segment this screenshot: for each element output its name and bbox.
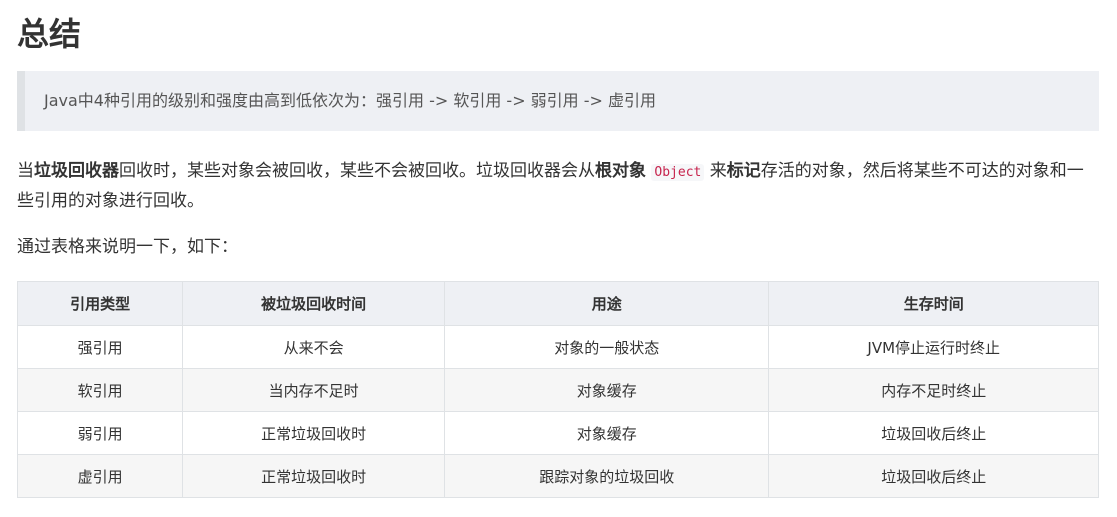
page-title: 总结 xyxy=(17,15,82,53)
table-cell: 当内存不足时 xyxy=(182,368,446,412)
table-row: 软引用 当内存不足时 对象缓存 内存不足时终止 xyxy=(16,368,1099,412)
table-cell: 垃圾回收后终止 xyxy=(768,411,1099,455)
table-cell: 正常垃圾回收时 xyxy=(182,454,446,498)
table-cell: 跟踪对象的垃圾回收 xyxy=(444,454,770,498)
table-intro-paragraph: 通过表格来说明一下，如下： xyxy=(17,237,238,257)
table-cell: 强引用 xyxy=(16,325,184,369)
para-text: 当 xyxy=(17,161,34,181)
table-cell: 虚引用 xyxy=(16,454,184,498)
table-cell: 从来不会 xyxy=(182,325,446,369)
table-cell: 弱引用 xyxy=(16,411,184,455)
header-gc-time: 被垃圾回收时间 xyxy=(182,281,446,326)
para-bold-mark: 标记 xyxy=(726,161,761,181)
inline-code-object: Object xyxy=(651,164,705,181)
table-row: 虚引用 正常垃圾回收时 跟踪对象的垃圾回收 垃圾回收后终止 xyxy=(16,454,1099,498)
table-cell: 软引用 xyxy=(16,368,184,412)
summary-blockquote: Java中4种引用的级别和强度由高到低依次为：强引用 -> 软引用 -> 弱引用… xyxy=(17,71,1099,131)
table-cell: 内存不足时终止 xyxy=(768,368,1099,412)
table-cell: 对象的一般状态 xyxy=(444,325,770,369)
table-cell: JVM停止运行时终止 xyxy=(768,325,1099,369)
blockquote-text: Java中4种引用的级别和强度由高到低依次为：强引用 -> 软引用 -> 弱引用… xyxy=(44,91,657,110)
table-cell: 正常垃圾回收时 xyxy=(182,411,446,455)
table-header-row: 引用类型 被垃圾回收时间 用途 生存时间 xyxy=(16,281,1099,326)
header-lifetime: 生存时间 xyxy=(768,281,1099,326)
header-reference-type: 引用类型 xyxy=(16,281,184,326)
header-usage: 用途 xyxy=(444,281,770,326)
para-bold-root: 根对象 xyxy=(595,161,646,181)
gc-description-paragraph: 当垃圾回收器回收时，某些对象会被回收，某些不会被回收。垃圾回收器会从根对象 Ob… xyxy=(17,157,1097,216)
table-cell: 对象缓存 xyxy=(444,411,770,455)
para-text: 来 xyxy=(709,161,727,181)
table-row: 弱引用 正常垃圾回收时 对象缓存 垃圾回收后终止 xyxy=(16,411,1099,455)
table-cell: 对象缓存 xyxy=(444,368,770,412)
table-cell: 垃圾回收后终止 xyxy=(768,454,1099,498)
para-text: 回收时，某些对象会被回收，某些不会被回收。垃圾回收器会从 xyxy=(119,161,595,181)
para-bold-gc: 垃圾回收器 xyxy=(34,161,119,181)
table-row: 强引用 从来不会 对象的一般状态 JVM停止运行时终止 xyxy=(16,325,1099,369)
reference-types-table: 引用类型 被垃圾回收时间 用途 生存时间 强引用 从来不会 对象的一般状态 JV… xyxy=(16,281,1099,498)
